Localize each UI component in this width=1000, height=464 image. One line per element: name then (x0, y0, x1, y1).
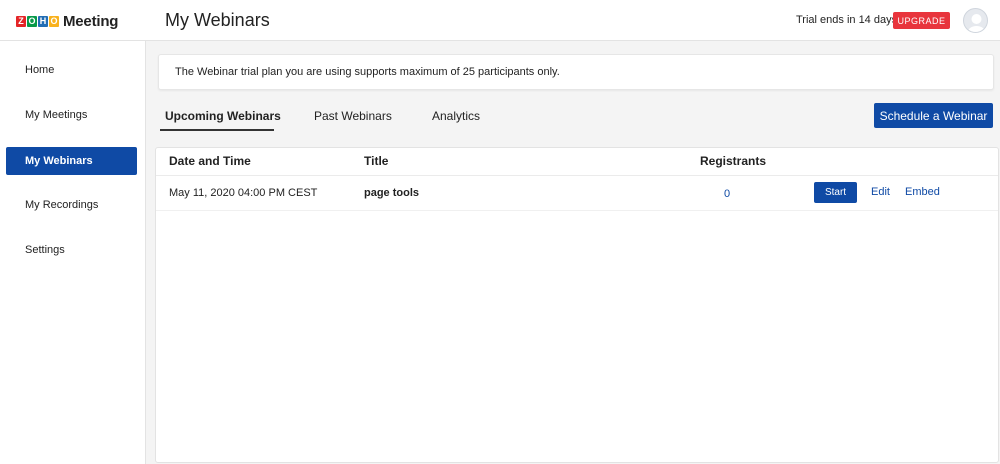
logo-letter-h: H (38, 15, 48, 27)
sidebar-item-my-webinars[interactable]: My Webinars (6, 147, 137, 175)
logo-letter-z: Z (16, 15, 26, 27)
upgrade-button[interactable]: UPGRADE (893, 12, 950, 29)
zoho-logo-icon: Z O H O (16, 15, 59, 27)
sidebar-item-home[interactable]: Home (6, 56, 137, 84)
avatar[interactable] (963, 8, 988, 33)
tab-analytics[interactable]: Analytics (432, 109, 480, 123)
tab-past-webinars[interactable]: Past Webinars (314, 109, 392, 123)
page-title: My Webinars (165, 10, 270, 30)
tab-upcoming-webinars[interactable]: Upcoming Webinars (165, 109, 281, 123)
sidebar-item-settings[interactable]: Settings (6, 236, 137, 264)
header-divider (156, 175, 998, 176)
column-header-registrants: Registrants (700, 154, 767, 168)
row-divider (156, 210, 998, 211)
trial-status-text: Trial ends in 14 days (796, 14, 898, 26)
column-header-date-time: Date and Time (169, 154, 251, 168)
sidebar-item-my-meetings[interactable]: My Meetings (6, 101, 137, 129)
logo-letter-o2: O (49, 15, 59, 27)
sidebar-item-my-recordings[interactable]: My Recordings (6, 191, 137, 219)
banner-text: The Webinar trial plan you are using sup… (175, 66, 560, 78)
zoho-meeting-logo[interactable]: Z O H O Meeting (16, 11, 118, 31)
sidebar: Home My Meetings My Webinars My Recordin… (0, 41, 146, 464)
webinar-title[interactable]: page tools (364, 187, 419, 199)
app-name: Meeting (63, 12, 119, 30)
active-tab-indicator (160, 129, 274, 131)
column-header-title: Title (364, 154, 389, 168)
user-avatar-icon (967, 14, 986, 32)
embed-webinar-link[interactable]: Embed (905, 186, 940, 198)
trial-limit-banner: The Webinar trial plan you are using sup… (158, 54, 994, 90)
schedule-webinar-button[interactable]: Schedule a Webinar (874, 103, 993, 128)
logo-letter-o1: O (27, 15, 37, 27)
top-header: Z O H O Meeting My Webinars Trial ends i… (0, 0, 1000, 41)
webinar-date-time: May 11, 2020 04:00 PM CEST (169, 187, 318, 199)
edit-webinar-link[interactable]: Edit (871, 186, 890, 198)
start-webinar-button[interactable]: Start (814, 182, 857, 203)
registrants-count-link[interactable]: 0 (718, 188, 736, 200)
